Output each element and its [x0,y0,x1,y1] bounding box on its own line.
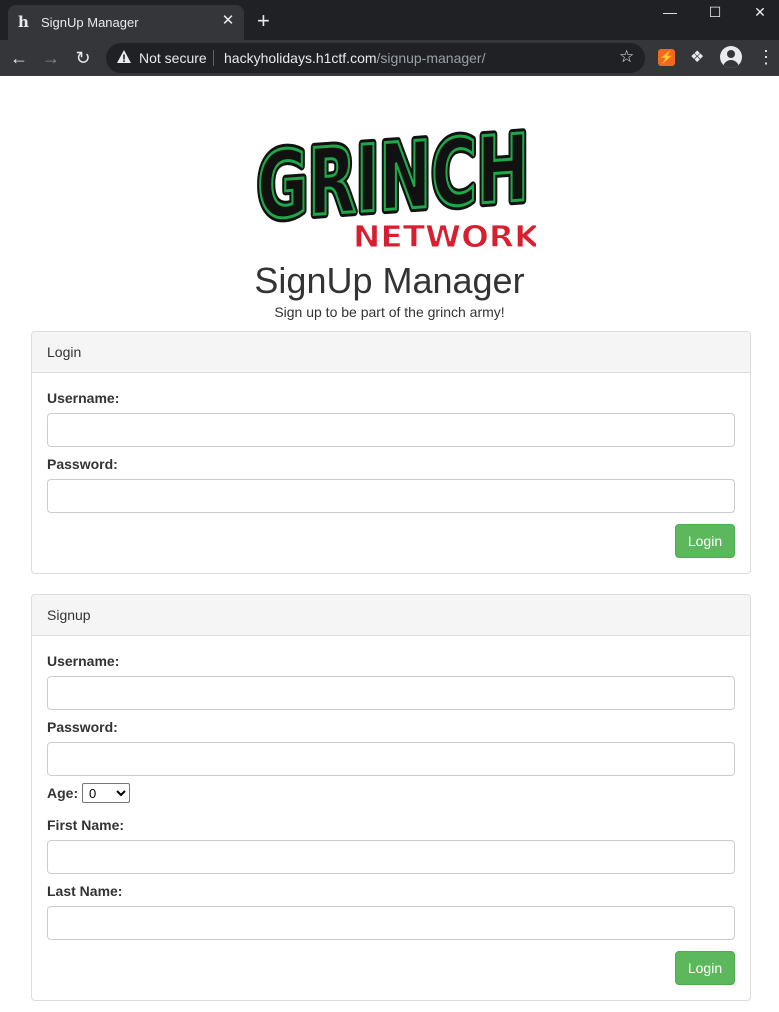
signup-username-label: Username: [47,653,120,669]
url-path: /signup-manager/ [376,50,486,66]
security-status[interactable]: Not secure [139,50,207,66]
browser-toolbar: ← → ↻ Not secure hackyholidays.h1ctf.com… [0,40,779,76]
login-panel: Login Username: Password: Login [31,331,751,574]
address-bar[interactable]: Not secure hackyholidays.h1ctf.com/signu… [106,43,645,73]
extensions-puzzle-icon[interactable]: ❖ [690,47,704,67]
browser-menu-icon[interactable]: ⋮ [757,47,775,67]
signup-firstname-label: First Name: [47,817,125,833]
signup-password-input[interactable] [47,742,735,776]
url-separator [213,50,214,66]
signup-username-input[interactable] [47,676,735,710]
warning-icon [117,50,131,63]
logo-networks-text: NETWORKS [353,220,536,252]
page-subtitle: Sign up to be part of the grinch army! [274,304,505,320]
tab-title: SignUp Manager [41,15,139,30]
signup-submit-button[interactable]: Login [675,951,735,985]
login-panel-heading: Login [32,332,750,373]
url-host: hackyholidays.h1ctf.com [224,50,377,66]
browser-tab[interactable]: h SignUp Manager ✕ [8,5,244,40]
logo-graphic: GRINCH GRINCH NETWORKS [253,110,564,255]
signup-age-label: Age: [47,785,79,801]
profile-avatar-icon[interactable] [720,46,742,68]
reload-icon[interactable]: ↻ [71,46,95,70]
login-username-input[interactable] [47,413,735,447]
login-username-label: Username: [47,390,120,406]
grinch-networks-logo: GRINCH GRINCH NETWORKS [250,107,564,255]
minimize-icon[interactable]: — [647,2,693,22]
signup-panel-heading: Signup [32,595,750,636]
login-button[interactable]: Login [675,524,735,558]
maximize-icon[interactable]: ☐ [692,2,738,22]
site-favicon-icon: h [18,13,29,31]
tab-close-icon[interactable]: ✕ [220,13,236,29]
login-password-input[interactable] [47,479,735,513]
window-close-icon[interactable]: ✕ [737,2,779,22]
extension-icon[interactable]: ⚡ [658,49,675,66]
signup-password-label: Password: [47,719,118,735]
age-select[interactable]: 0 [82,783,130,803]
signup-lastname-label: Last Name: [47,883,123,899]
browser-tab-bar: h SignUp Manager ✕ + — ☐ ✕ [0,0,779,40]
new-tab-icon[interactable]: + [257,10,270,32]
signup-lastname-input[interactable] [47,906,735,940]
signup-panel: Signup Username: Password: Age: 0 First … [31,594,751,1001]
back-arrow-icon[interactable]: ← [7,46,31,70]
bookmark-star-icon[interactable]: ☆ [619,47,634,67]
page-title: SignUp Manager [254,260,525,301]
login-password-label: Password: [47,456,118,472]
url-text[interactable]: hackyholidays.h1ctf.com/signup-manager/ [224,50,485,66]
signup-firstname-input[interactable] [47,840,735,874]
forward-arrow-icon[interactable]: → [39,46,63,70]
